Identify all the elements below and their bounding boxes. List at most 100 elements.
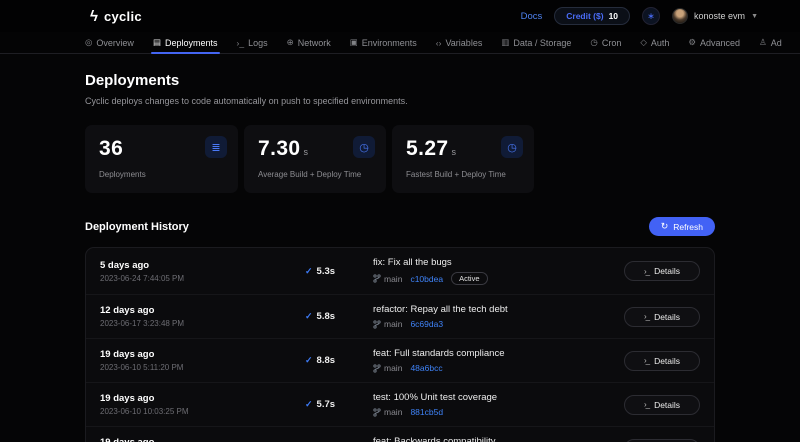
tab-label: Deployments (165, 38, 218, 48)
top-header: ϟ cyclic Docs Credit ($) 10 ∗ konoste ev… (0, 0, 800, 32)
refresh-icon: ↻ (661, 221, 669, 232)
main-content: Deployments Cyclic deploys changes to co… (85, 72, 715, 442)
chevron-down-icon: ▼ (751, 13, 758, 20)
stat-card-average-time: 7.30 s Average Build + Deploy Time ◷ (244, 125, 386, 193)
commit-hash-link[interactable]: 881cb5d (410, 407, 443, 417)
stat-label: Average Build + Deploy Time (258, 170, 372, 179)
tab-admin[interactable]: ♙ Ad (759, 32, 782, 53)
git-branch-icon (373, 320, 381, 329)
tab-label: Advanced (700, 38, 740, 48)
deployment-row: 19 days ago 2023-06-10 10:03:25 PM ✓ 5.7… (86, 383, 714, 427)
database-icon: ▥ (501, 37, 509, 48)
stat-label: Deployments (99, 170, 224, 179)
tab-label: Network (298, 38, 331, 48)
user-menu[interactable]: konoste evm ▼ (672, 8, 758, 24)
deployment-history-panel: 5 days ago 2023-06-24 7:44:05 PM ✓ 5.3s … (85, 247, 715, 442)
details-button[interactable]: ›_ Details (624, 307, 700, 327)
details-label: Details (654, 356, 680, 366)
branch: main (373, 274, 402, 284)
commit-message: refactor: Repay all the tech debt (373, 304, 624, 315)
tab-deployments[interactable]: ▤ Deployments (153, 32, 218, 53)
commit-hash-link[interactable]: c10bdea (410, 274, 443, 284)
username: konoste evm (694, 11, 745, 21)
details-button[interactable]: ›_ Details (624, 439, 700, 442)
page-title: Deployments (85, 72, 715, 89)
tab-overview[interactable]: ◎ Overview (85, 32, 134, 53)
time-cell: 12 days ago 2023-06-17 3:23:48 PM (100, 305, 305, 328)
commit-hash-link[interactable]: 6c69da3 (410, 319, 443, 329)
timestamp: 2023-06-24 7:44:05 PM (100, 274, 305, 283)
stat-value: 5.27 (406, 137, 448, 161)
tab-label: Auth (651, 38, 670, 48)
commit-hash-link[interactable]: 48a6bcc (410, 363, 442, 373)
details-label: Details (654, 400, 680, 410)
sparkle-icon-button[interactable]: ∗ (642, 7, 660, 25)
relative-time: 19 days ago (100, 349, 305, 360)
deployment-row: 5 days ago 2023-06-24 7:44:05 PM ✓ 5.3s … (86, 248, 714, 295)
relative-time: 12 days ago (100, 305, 305, 316)
commit-cell: test: 100% Unit test coverage main 881cb… (373, 392, 624, 417)
stat-card-deployments: 36 Deployments ≣ (85, 125, 238, 193)
stat-card-fastest-time: 5.27 s Fastest Build + Deploy Time ◷ (392, 125, 534, 193)
relative-time: 19 days ago (100, 393, 305, 404)
tab-network[interactable]: ⊕ Network (287, 32, 331, 53)
clock-icon: ◷ (590, 37, 597, 48)
stat-unit: s (303, 147, 308, 157)
check-icon: ✓ (305, 355, 313, 366)
terminal-icon: ›_ (644, 267, 649, 276)
duration-value: 5.8s (317, 311, 336, 322)
tab-data-storage[interactable]: ▥ Data / Storage (501, 32, 571, 53)
details-button[interactable]: ›_ Details (624, 261, 700, 281)
stat-value: 36 (99, 137, 123, 161)
tab-logs[interactable]: ›_ Logs (237, 32, 268, 53)
active-badge: Active (451, 272, 487, 285)
tab-cron[interactable]: ◷ Cron (590, 32, 621, 53)
tab-label: Cron (602, 38, 622, 48)
shield-icon: ◇ (640, 37, 647, 48)
deployment-row: 19 days ago 2023-06-10 10:17:38 AM ✓ 7.6… (86, 427, 714, 442)
branch: main (373, 363, 402, 373)
globe-icon: ⊕ (287, 37, 294, 48)
commit-cell: feat: Full standards compliance main 48a… (373, 348, 624, 373)
details-label: Details (654, 266, 680, 276)
tab-label: Logs (248, 38, 268, 48)
details-button[interactable]: ›_ Details (624, 395, 700, 415)
history-header: Deployment History ↻ Refresh (85, 217, 715, 236)
deployment-row: 12 days ago 2023-06-17 3:23:48 PM ✓ 5.8s… (86, 295, 714, 339)
docs-link[interactable]: Docs (521, 11, 543, 22)
details-label: Details (654, 312, 680, 322)
tab-advanced[interactable]: ⚙ Advanced (688, 32, 740, 53)
duration-cell: ✓ 8.8s (305, 355, 373, 366)
refresh-button[interactable]: ↻ Refresh (649, 217, 715, 236)
page-subtitle: Cyclic deploys changes to code automatic… (85, 96, 715, 106)
stat-unit: s (451, 147, 456, 157)
terminal-icon: ›_ (644, 400, 649, 409)
overview-icon: ◎ (85, 37, 92, 48)
stat-label: Fastest Build + Deploy Time (406, 170, 520, 179)
branch-name: main (384, 407, 402, 417)
credit-label: Credit ($) (566, 11, 603, 21)
stat-value: 7.30 (258, 137, 300, 161)
tab-variables[interactable]: ‹› Variables (436, 32, 483, 53)
relative-time: 19 days ago (100, 437, 305, 442)
commit-message: test: 100% Unit test coverage (373, 392, 624, 403)
tab-label: Variables (445, 38, 482, 48)
sparkle-icon: ∗ (647, 11, 655, 22)
history-title: Deployment History (85, 221, 189, 233)
check-icon: ✓ (305, 399, 313, 410)
commit-cell: feat: Backwards compatibility main cc17c… (373, 436, 624, 442)
credit-button[interactable]: Credit ($) 10 (554, 7, 630, 25)
branch: main (373, 319, 402, 329)
timestamp: 2023-06-10 5:11:20 PM (100, 363, 305, 372)
gear-icon: ⚙ (688, 37, 696, 48)
tab-auth[interactable]: ◇ Auth (640, 32, 669, 53)
code-brackets-icon: ‹› (436, 38, 442, 48)
app-logo[interactable]: ϟ cyclic (90, 8, 142, 25)
duration-value: 5.3s (317, 266, 336, 277)
time-cell: 5 days ago 2023-06-24 7:44:05 PM (100, 260, 305, 283)
check-icon: ✓ (305, 266, 313, 277)
details-button[interactable]: ›_ Details (624, 351, 700, 371)
tab-environments[interactable]: ▣ Environments (350, 32, 417, 53)
duration-cell: ✓ 5.3s (305, 266, 373, 277)
git-branch-icon (373, 274, 381, 283)
